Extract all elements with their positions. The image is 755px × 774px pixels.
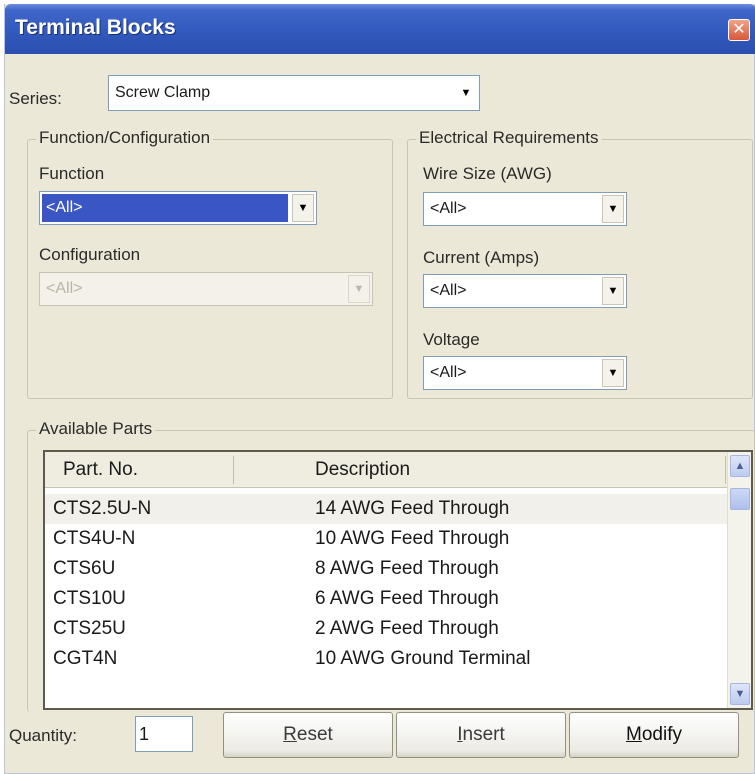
- part-number: CTS4U-N: [53, 528, 136, 549]
- available-parts-title: Available Parts: [36, 419, 156, 439]
- part-description: 10 AWG Feed Through: [315, 528, 510, 549]
- configuration-dropdown: <All> ▼: [39, 272, 373, 306]
- list-item[interactable]: CTS4U-N 10 AWG Feed Through: [45, 524, 727, 554]
- part-number: CTS2.5U-N: [53, 498, 152, 519]
- part-description: 10 AWG Ground Terminal: [315, 648, 531, 669]
- list-item[interactable]: CTS25U 2 AWG Feed Through: [45, 614, 727, 644]
- configuration-value: <All>: [46, 280, 83, 297]
- wire-size-dropdown[interactable]: <All> ▼: [423, 192, 627, 226]
- part-number: CTS10U: [53, 588, 126, 609]
- list-item[interactable]: CTS2.5U-N 14 AWG Feed Through: [45, 494, 727, 524]
- list-item[interactable]: CTS6U 8 AWG Feed Through: [45, 554, 727, 584]
- part-description: 6 AWG Feed Through: [315, 588, 499, 609]
- vertical-scrollbar[interactable]: ▲ ▼: [727, 452, 751, 708]
- chevron-down-icon[interactable]: ▼: [602, 195, 624, 223]
- part-number: CTS6U: [53, 558, 116, 579]
- scroll-up-arrow-icon[interactable]: ▲: [730, 455, 750, 477]
- title-bar[interactable]: Terminal Blocks ✕: [5, 4, 755, 54]
- insert-button[interactable]: Insert: [396, 712, 566, 758]
- series-dropdown[interactable]: Screw Clamp ▼: [108, 75, 480, 111]
- list-item[interactable]: CGT4N 10 AWG Ground Terminal: [45, 644, 727, 674]
- part-number: CGT4N: [53, 648, 118, 669]
- voltage-value: <All>: [430, 364, 467, 381]
- wire-size-label: Wire Size (AWG): [423, 164, 552, 183]
- voltage-label: Voltage: [423, 330, 480, 349]
- window-title: Terminal Blocks: [15, 16, 176, 39]
- function-value: <All>: [42, 194, 288, 222]
- chevron-down-icon[interactable]: ▼: [455, 78, 477, 108]
- chevron-down-icon[interactable]: ▼: [602, 359, 624, 387]
- column-divider[interactable]: [233, 456, 234, 484]
- list-header: Part. No. Description: [45, 452, 727, 488]
- column-header-part-no[interactable]: Part. No.: [63, 452, 138, 488]
- current-dropdown[interactable]: <All> ▼: [423, 274, 627, 308]
- reset-button[interactable]: Reset: [223, 712, 393, 758]
- scroll-down-arrow-icon[interactable]: ▼: [730, 683, 750, 705]
- quantity-label: Quantity:: [9, 726, 78, 745]
- voltage-dropdown[interactable]: <All> ▼: [423, 356, 627, 390]
- column-header-description[interactable]: Description: [315, 452, 410, 488]
- current-label: Current (Amps): [423, 248, 540, 267]
- chevron-down-icon: ▼: [348, 275, 370, 303]
- series-value: Screw Clamp: [115, 84, 211, 101]
- configuration-label: Configuration: [39, 245, 141, 264]
- function-configuration-title: Function/Configuration: [36, 128, 214, 148]
- parts-list[interactable]: Part. No. Description CTS2.5U-N 14 AWG F…: [43, 450, 753, 710]
- electrical-requirements-title: Electrical Requirements: [416, 128, 602, 148]
- quantity-input[interactable]: 1: [135, 716, 193, 752]
- part-number: CTS25U: [53, 618, 126, 639]
- terminal-blocks-dialog: Terminal Blocks ✕ Series: Screw Clamp ▼ …: [4, 4, 755, 774]
- close-icon[interactable]: ✕: [728, 19, 750, 41]
- modify-button[interactable]: Modify: [569, 712, 739, 758]
- part-description: 8 AWG Feed Through: [315, 558, 499, 579]
- list-item[interactable]: CTS10U 6 AWG Feed Through: [45, 584, 727, 614]
- series-label: Series:: [9, 89, 62, 108]
- function-label: Function: [39, 164, 105, 183]
- column-divider[interactable]: [725, 456, 726, 484]
- function-dropdown[interactable]: <All> ▼: [39, 191, 317, 225]
- part-description: 14 AWG Feed Through: [315, 498, 510, 519]
- chevron-down-icon[interactable]: ▼: [292, 194, 314, 222]
- part-description: 2 AWG Feed Through: [315, 618, 499, 639]
- scrollbar-thumb[interactable]: [730, 488, 750, 510]
- current-value: <All>: [430, 282, 467, 299]
- wire-size-value: <All>: [430, 200, 467, 217]
- chevron-down-icon[interactable]: ▼: [602, 277, 624, 305]
